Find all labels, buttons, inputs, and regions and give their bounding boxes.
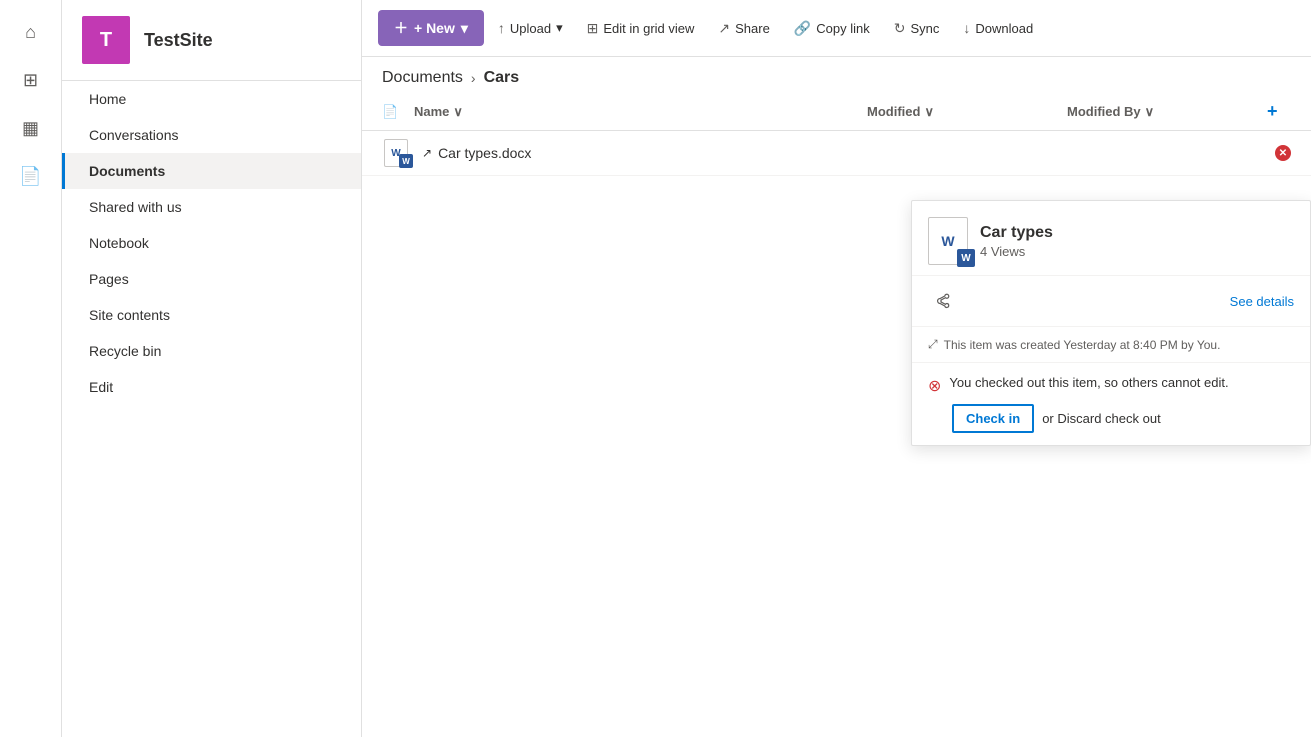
site-title: TestSite: [144, 30, 213, 51]
download-label: Download: [975, 21, 1033, 36]
sidebar-item-documents[interactable]: Documents: [62, 153, 361, 189]
upload-chevron-icon: ▾: [556, 20, 563, 36]
file-name-cell: ↗ Car types.docx: [414, 145, 1291, 161]
main-content: ＋ + New ▾ ↑ Upload ▾ ⊞ Edit in grid view…: [362, 0, 1311, 737]
hover-word-badge: W: [957, 249, 975, 267]
hover-panel: W W Car types 4 Views See details ⤢ This…: [911, 200, 1311, 446]
file-name-text: Car types.docx: [438, 145, 531, 161]
hover-panel-header: W W Car types 4 Views: [912, 201, 1310, 276]
share-label: Share: [735, 21, 770, 36]
grid-rail-icon[interactable]: ▦: [11, 108, 51, 148]
link-icon: 🔗: [794, 20, 811, 37]
file-type-icon: 📄: [382, 104, 398, 119]
new-label: + New: [414, 20, 455, 36]
expand-icon: ⤢: [928, 337, 938, 352]
upload-label: Upload: [510, 21, 551, 36]
hover-panel-created: ⤢ This item was created Yesterday at 8:4…: [912, 327, 1310, 363]
new-chevron-icon: ▾: [461, 20, 468, 37]
hover-panel-checkout: ⊗ You checked out this item, so others c…: [912, 363, 1310, 445]
name-col-header[interactable]: Name ∨: [414, 104, 867, 120]
word-doc-icon: W W: [382, 139, 410, 167]
modified-by-sort-icon: ∨: [1145, 104, 1155, 120]
copy-link-label: Copy link: [816, 21, 869, 36]
toolbar: ＋ + New ▾ ↑ Upload ▾ ⊞ Edit in grid view…: [362, 0, 1311, 57]
sync-icon: ↻: [894, 20, 906, 37]
file-list-header: 📄 Name ∨ Modified ∨ Modified By ∨ +: [362, 93, 1311, 131]
checkout-error-icon: ⊗: [928, 376, 941, 396]
upload-button[interactable]: ↑ Upload ▾: [488, 14, 573, 42]
file-type-col-header: 📄: [382, 104, 414, 120]
share-icon: ↗: [718, 20, 730, 37]
name-sort-icon: ∨: [453, 104, 463, 120]
hover-panel-info: Car types 4 Views: [980, 224, 1053, 259]
new-button[interactable]: ＋ + New ▾: [378, 10, 484, 46]
breadcrumb-separator: ›: [471, 70, 476, 86]
edit-grid-button[interactable]: ⊞ Edit in grid view: [577, 14, 705, 43]
document-rail-icon[interactable]: 📄: [11, 156, 51, 196]
upload-icon: ↑: [498, 20, 505, 36]
sync-button[interactable]: ↻ Sync: [884, 14, 950, 43]
sidebar-item-notebook[interactable]: Notebook: [62, 225, 361, 261]
hover-panel-views: 4 Views: [980, 244, 1053, 259]
error-indicator: ✕: [1275, 145, 1291, 161]
file-type-cell: W W: [382, 139, 414, 167]
breadcrumb-current: Cars: [484, 69, 520, 87]
hover-share-button[interactable]: [928, 286, 958, 316]
sidebar-item-edit[interactable]: Edit: [62, 369, 361, 405]
modified-by-col-header[interactable]: Modified By ∨: [1067, 104, 1267, 120]
copy-link-button[interactable]: 🔗 Copy link: [784, 14, 880, 43]
modified-col-header[interactable]: Modified ∨: [867, 104, 1067, 120]
breadcrumb: Documents › Cars: [362, 57, 1311, 93]
word-badge: W: [399, 154, 413, 168]
created-text: This item was created Yesterday at 8:40 …: [944, 338, 1221, 352]
icon-rail: ⌂ ⊞ ▦ 📄: [0, 0, 62, 737]
hover-panel-actions: See details: [912, 276, 1310, 327]
home-rail-icon[interactable]: ⌂: [11, 12, 51, 52]
sync-label: Sync: [910, 21, 939, 36]
checkout-marker: ↗: [422, 146, 432, 160]
checkout-actions: Check in or Discard check out: [952, 404, 1294, 433]
sidebar-item-pages[interactable]: Pages: [62, 261, 361, 297]
site-logo: T: [82, 16, 130, 64]
hover-panel-file-icon: W W: [928, 217, 968, 265]
site-header: T TestSite: [62, 0, 361, 81]
sidebar: T TestSite Home Conversations Documents …: [62, 0, 362, 737]
checkout-warning: ⊗ You checked out this item, so others c…: [928, 375, 1294, 396]
new-plus-icon: ＋: [394, 18, 408, 38]
sidebar-item-home[interactable]: Home: [62, 81, 361, 117]
table-row[interactable]: W W ↗ Car types.docx ✕: [362, 131, 1311, 176]
modified-sort-icon: ∨: [924, 104, 934, 120]
sidebar-item-site-contents[interactable]: Site contents: [62, 297, 361, 333]
download-button[interactable]: ↓ Download: [953, 14, 1043, 42]
breadcrumb-parent[interactable]: Documents: [382, 69, 463, 87]
check-in-button[interactable]: Check in: [952, 404, 1034, 433]
waffle-rail-icon[interactable]: ⊞: [11, 60, 51, 100]
edit-grid-label: Edit in grid view: [603, 21, 694, 36]
sidebar-item-conversations[interactable]: Conversations: [62, 117, 361, 153]
see-details-link[interactable]: See details: [1230, 294, 1294, 309]
add-col-button[interactable]: +: [1267, 101, 1291, 122]
checkout-warning-text: You checked out this item, so others can…: [949, 375, 1228, 390]
grid-icon: ⊞: [587, 20, 599, 37]
sidebar-item-shared[interactable]: Shared with us: [62, 189, 361, 225]
discard-checkout-link[interactable]: or Discard check out: [1042, 411, 1161, 426]
share-button[interactable]: ↗ Share: [708, 14, 779, 43]
download-icon: ↓: [963, 20, 970, 36]
hover-panel-title: Car types: [980, 224, 1053, 242]
sidebar-item-recycle-bin[interactable]: Recycle bin: [62, 333, 361, 369]
